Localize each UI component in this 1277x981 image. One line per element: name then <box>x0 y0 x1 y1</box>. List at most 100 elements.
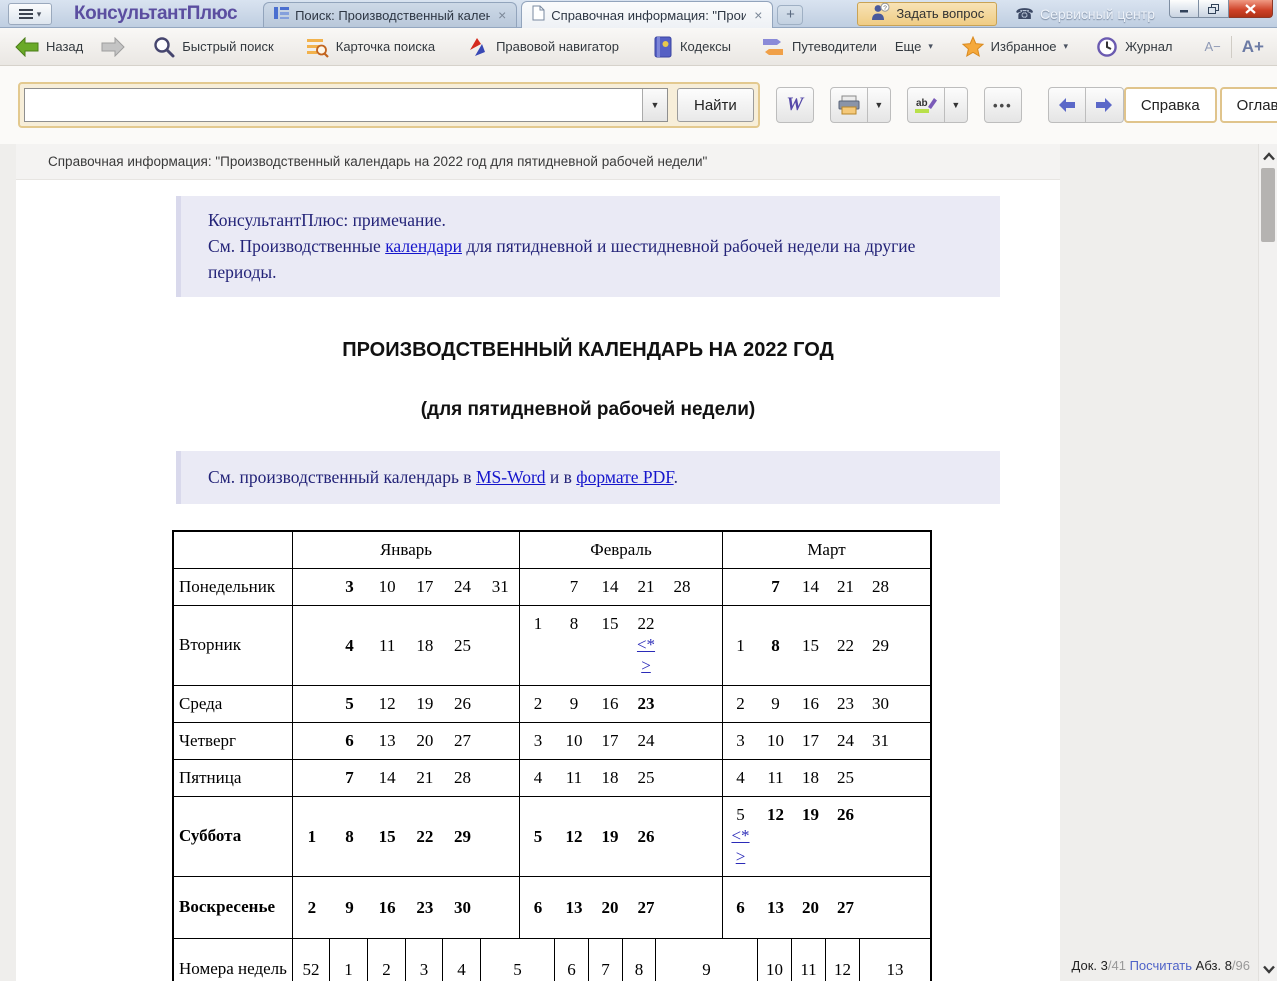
print-button[interactable] <box>830 87 868 123</box>
pdf-link[interactable]: формате PDF <box>576 467 673 487</box>
calendar-day: 11 <box>368 636 406 656</box>
codes-button[interactable]: Кодексы <box>644 32 740 62</box>
tab-search-results[interactable]: Поиск: Производственный календарь × <box>263 2 517 27</box>
quick-search-label: Быстрый поиск <box>182 39 274 54</box>
ask-question-button[interactable]: ? Задать вопрос <box>857 2 997 26</box>
search-card-icon <box>306 36 329 58</box>
calendar-day: 27 <box>628 898 664 918</box>
new-tab-button[interactable]: + <box>777 5 803 25</box>
weekday-label: Пятница <box>174 760 292 796</box>
calendar-day: 26 <box>444 694 482 714</box>
calendar-day: 9 <box>556 694 592 714</box>
weekday-label: Воскресенье <box>174 877 292 938</box>
month-days-cell: 6132027 <box>292 723 519 759</box>
week-number-cell: 12 <box>825 939 859 981</box>
highlighter-icon: ab <box>914 95 938 115</box>
minimize-button[interactable] <box>1169 0 1199 18</box>
calendar-day: 7 <box>758 577 793 597</box>
next-fragment-button[interactable] <box>1086 87 1124 123</box>
search-input[interactable] <box>25 89 642 121</box>
week-numbers-row: Номера недель5212345678910111213 <box>174 938 930 981</box>
hamburger-icon <box>19 7 33 21</box>
ms-word-link[interactable]: MS-Word <box>476 467 546 487</box>
calendar-day <box>293 636 331 656</box>
close-tab-icon[interactable]: × <box>496 7 508 23</box>
arrow-left-icon <box>1057 97 1077 113</box>
month-days-cell: 7142128 <box>292 760 519 796</box>
quick-search-button[interactable]: Быстрый поиск <box>144 32 283 62</box>
close-tab-icon[interactable]: × <box>752 7 764 23</box>
paragraph-counter-value: 8 <box>1225 958 1232 973</box>
search-card-button[interactable]: Карточка поиска <box>297 32 444 62</box>
calendar-day: 25 <box>628 768 664 788</box>
export-word-button[interactable]: W <box>776 87 814 123</box>
app-window: ▾ КонсультантПлюс Поиск: Производственны… <box>0 0 1277 981</box>
scroll-up-button[interactable] <box>1259 146 1277 166</box>
back-arrow-icon <box>15 37 39 57</box>
footnote-link-close[interactable]: > <box>641 656 651 677</box>
legal-navigator-button[interactable]: Правовой навигатор <box>458 32 628 62</box>
footnote-link-open[interactable]: <* <box>637 635 655 656</box>
scrollbar-thumb[interactable] <box>1261 168 1275 242</box>
restore-button[interactable] <box>1199 0 1229 18</box>
calendar-day: 1 <box>520 614 556 676</box>
find-button[interactable]: Найти <box>677 88 754 122</box>
main-menu-button[interactable]: ▾ <box>8 3 52 25</box>
weekday-label: Среда <box>174 686 292 722</box>
calendar-day: 6 <box>331 731 369 751</box>
calendar-day: 24 <box>444 577 482 597</box>
note-line1: КонсультантПлюс: примечание. <box>208 207 982 233</box>
count-link[interactable]: Посчитать <box>1130 958 1192 973</box>
close-button[interactable] <box>1229 0 1273 18</box>
month-days-cell: 181522<*> <box>519 606 722 685</box>
calendar-day: 19 <box>406 694 444 714</box>
prev-fragment-button[interactable] <box>1048 87 1086 123</box>
document-icon <box>532 5 545 26</box>
tab-document[interactable]: Справочная информация: "Произво × <box>521 1 773 28</box>
search-dropdown-button[interactable]: ▼ <box>642 89 667 121</box>
search-row: ▼ Найти W ▼ ab ▼ ••• <box>0 66 1277 144</box>
calendar-weekday-row: Вторник4111825181522<*>18152229 <box>174 605 930 685</box>
calendar-day: 14 <box>368 768 406 788</box>
calendar-day: 13 <box>368 731 406 751</box>
calendar-day: 24 <box>828 731 863 751</box>
highlight-button[interactable]: ab <box>907 87 945 123</box>
month-days-cell: 291623 <box>519 686 722 722</box>
weekday-label: Вторник <box>174 606 292 685</box>
journal-button[interactable]: Журнал <box>1087 32 1181 62</box>
font-increase-button[interactable]: A+ <box>1235 37 1271 57</box>
calendar-day: 13 <box>758 898 793 918</box>
calendar-day: 14 <box>592 577 628 597</box>
help-button[interactable]: Справка <box>1124 87 1217 123</box>
service-center-button[interactable]: ☎ Сервисный центр <box>1015 5 1155 23</box>
back-button[interactable]: Назад <box>6 32 92 62</box>
guides-button[interactable]: Путеводители <box>752 32 886 62</box>
vertical-scrollbar[interactable] <box>1258 144 1277 981</box>
chevron-down-icon: ▾ <box>37 9 42 20</box>
more-button[interactable]: Еще ▾ <box>886 32 942 62</box>
more-label: Еще <box>895 39 921 54</box>
calendar-day: 8 <box>758 636 793 656</box>
highlight-dropdown-button[interactable]: ▼ <box>945 87 968 123</box>
calendar-day <box>293 731 331 751</box>
font-decrease-button[interactable]: A− <box>1198 39 1228 54</box>
calendar-day: 22 <box>406 827 444 847</box>
note-line2: См. Производственные календари для пятид… <box>208 233 982 285</box>
forward-button[interactable] <box>92 32 134 62</box>
calendars-link[interactable]: календари <box>385 236 462 256</box>
calendar-day: 18 <box>406 636 444 656</box>
arrow-right-icon <box>1094 97 1114 113</box>
more-actions-button[interactable]: ••• <box>984 87 1022 123</box>
favorites-button[interactable]: Избранное ▾ <box>953 32 1077 62</box>
guides-signpost-icon <box>761 37 785 57</box>
print-group: ▼ <box>830 87 891 123</box>
calendar-day: 11 <box>758 768 793 788</box>
toc-button[interactable]: Оглавление <box>1220 87 1277 123</box>
footnote-link-open[interactable]: <* <box>731 826 749 847</box>
print-dropdown-button[interactable]: ▼ <box>868 87 891 123</box>
footnote-link-close[interactable]: > <box>736 847 746 868</box>
see-also-text: См. производственный календарь в <box>208 467 476 487</box>
month-days-cell: 3101724 <box>519 723 722 759</box>
scroll-down-button[interactable] <box>1259 959 1277 979</box>
production-calendar-table: ЯнварьФевральМартПонедельник310172431714… <box>172 530 932 981</box>
